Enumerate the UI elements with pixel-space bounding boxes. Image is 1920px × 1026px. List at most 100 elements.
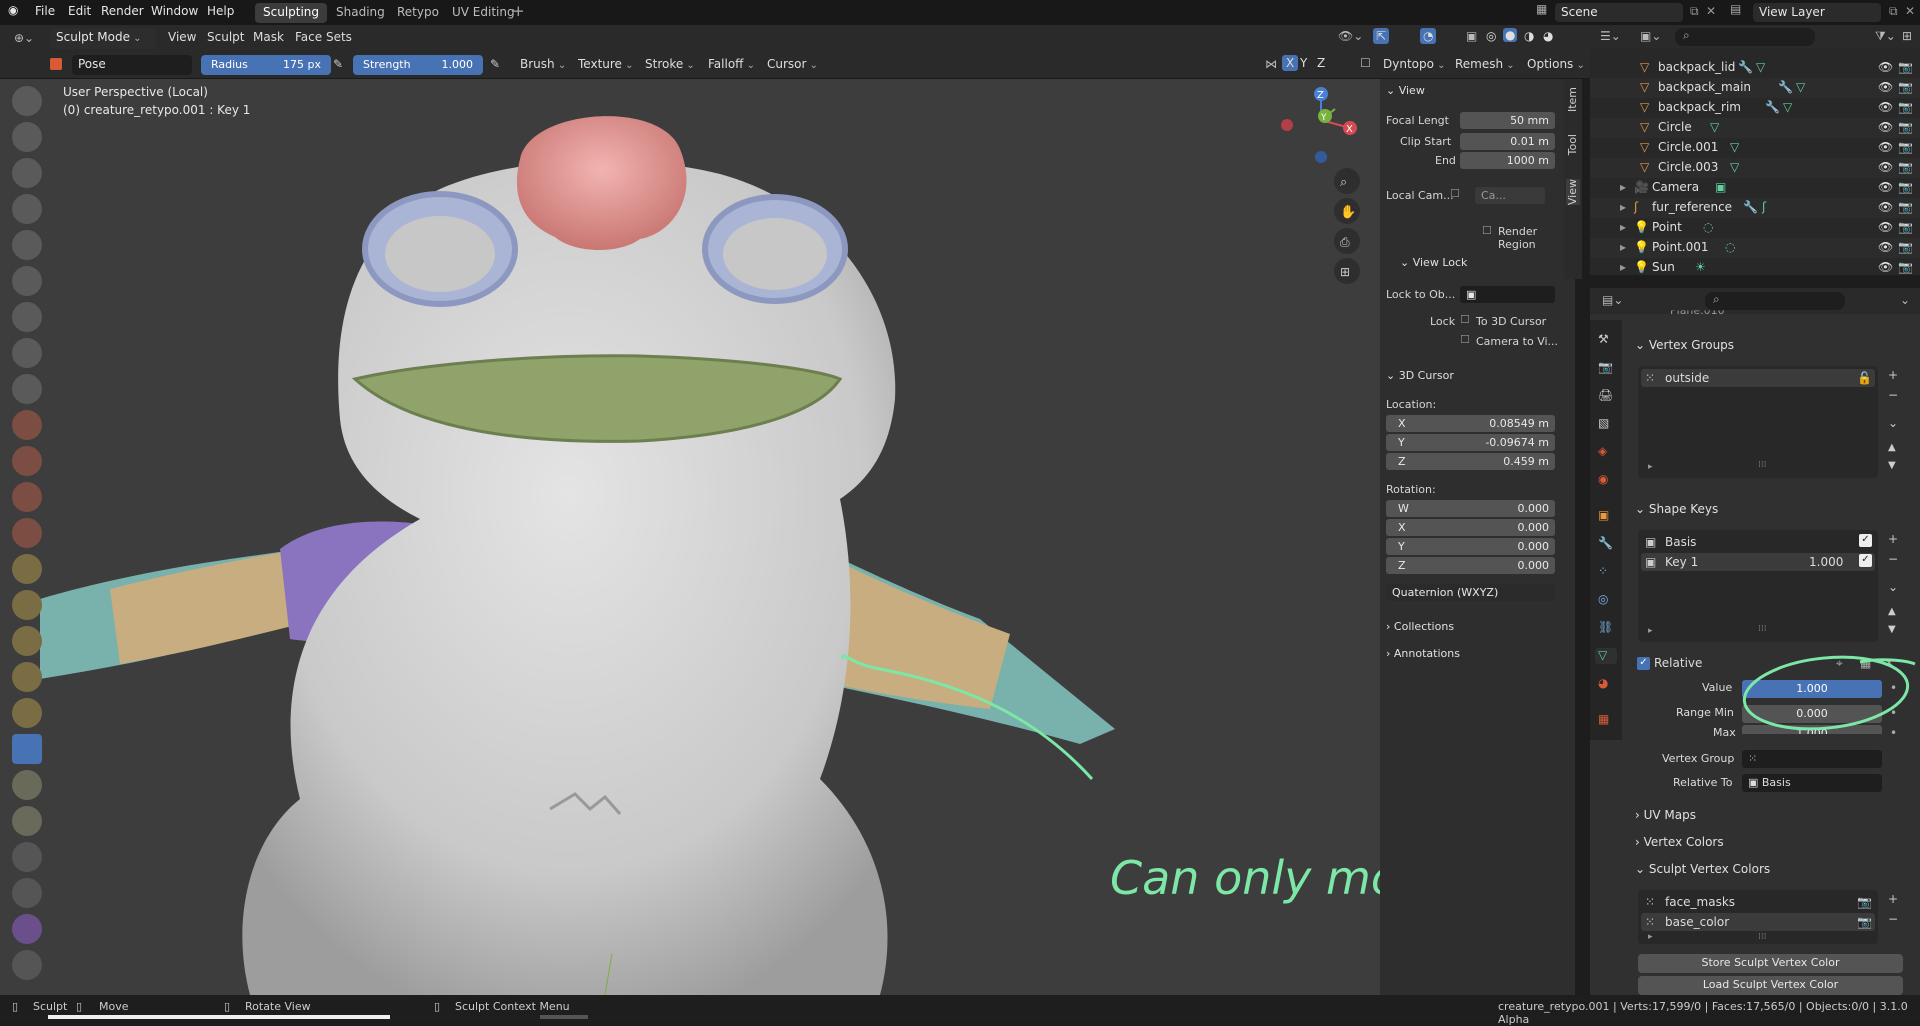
particles-tab-icon[interactable]: ⁘ <box>1598 564 1614 580</box>
outliner-row-point[interactable]: ▸ 💡 Point ◌ 👁 📷 <box>1590 218 1920 238</box>
add-vertex-color-icon[interactable]: + <box>1888 892 1898 906</box>
render-camera-icon[interactable]: 📷 <box>1898 200 1913 214</box>
tab-view[interactable]: View <box>1566 179 1580 206</box>
xray-toggle-icon[interactable]: ▣ <box>1466 29 1477 43</box>
symmetry-x-toggle[interactable]: X <box>1282 55 1299 71</box>
move-up-icon[interactable]: ▲ <box>1888 606 1896 617</box>
expand-arrow-icon[interactable]: ▸ <box>1620 200 1626 214</box>
overlay-toggle-icon[interactable]: ◔ <box>1420 28 1437 44</box>
brush-icon[interactable] <box>50 58 62 70</box>
relative-to-field[interactable]: ▣ Basis <box>1742 774 1882 792</box>
outliner-row-camera[interactable]: ▸ 🎥 Camera ▣ 👁 📷 <box>1590 178 1920 198</box>
outliner-row-backpack-lid[interactable]: ▽ backpack_lid 🔧 ▽ 👁 📷 <box>1590 58 1920 78</box>
cursor-rotation-w[interactable]: W 0.000 <box>1386 500 1555 517</box>
symmetry-z-toggle[interactable]: Z <box>1317 56 1325 70</box>
data-tab-icon[interactable]: ▽ <box>1595 648 1617 664</box>
material-tab-icon[interactable]: ◕ <box>1598 676 1614 692</box>
shape-keys-header[interactable]: ⌄ Shape Keys <box>1635 502 1718 516</box>
vertex-groups-list[interactable]: ⁙ outside 🔓 ▸ ⁞⁞⁞ <box>1638 366 1878 478</box>
render-camera-icon[interactable]: 📷 <box>1857 915 1872 929</box>
outliner-row-circle-003[interactable]: ▽ Circle.003 ▽ 👁 📷 <box>1590 158 1920 178</box>
expand-arrow-icon[interactable]: ▸ <box>1620 240 1626 254</box>
menu-sculpt[interactable]: Sculpt <box>207 30 244 44</box>
pinch-brush-icon[interactable] <box>12 554 42 584</box>
annotations-header[interactable]: › Annotations <box>1386 647 1460 660</box>
physics-tab-icon[interactable]: ◎ <box>1598 592 1614 608</box>
menu-render[interactable]: Render <box>101 4 144 18</box>
render-tab-icon[interactable]: 📷 <box>1598 360 1614 376</box>
visibility-eye-icon[interactable]: 👁 <box>1878 240 1893 254</box>
render-camera-icon[interactable]: 📷 <box>1898 140 1913 154</box>
view-layer-copy-icon[interactable]: ⧉ <box>1889 4 1898 19</box>
solid-shading-icon[interactable]: ● <box>1503 28 1518 42</box>
render-camera-icon[interactable]: 📷 <box>1898 100 1913 114</box>
render-camera-icon[interactable]: 📷 <box>1898 220 1913 234</box>
snake-hook-brush-icon[interactable] <box>12 662 42 692</box>
scene-tab-icon[interactable]: ◈ <box>1598 444 1614 460</box>
cursor-rotation-x[interactable]: X 0.000 <box>1386 519 1555 536</box>
radius-slider[interactable]: Radius 175 px <box>201 55 331 75</box>
view-layer-close-icon[interactable]: ✕ <box>1905 4 1915 18</box>
object-tab-icon[interactable]: ▣ <box>1598 508 1614 524</box>
properties-options-icon[interactable]: ⌄ <box>1900 293 1910 307</box>
shape-key-specials-icon[interactable]: ⌄ <box>1888 580 1898 594</box>
move-down-icon[interactable]: ▼ <box>1888 624 1896 635</box>
menu-view[interactable]: View <box>168 30 196 44</box>
output-tab-icon[interactable]: 🖨 <box>1598 388 1614 404</box>
cursor-rotation-y[interactable]: Y 0.000 <box>1386 538 1555 555</box>
filter-icon[interactable]: ⧩⌄ <box>1875 29 1896 44</box>
list-expand-icon[interactable]: ▸ <box>1648 932 1653 942</box>
list-resize-grip-icon[interactable]: ⁞⁞⁞ <box>1758 932 1767 942</box>
inflate-brush-icon[interactable] <box>12 266 42 296</box>
shape-key-1-row[interactable]: ▣ Key 1 1.000 ✓ <box>1641 553 1875 571</box>
material-shading-icon[interactable]: ◑ <box>1524 29 1534 43</box>
gizmo-toggle-icon[interactable]: ⇱ <box>1373 28 1390 44</box>
draw-sharp-brush-icon[interactable] <box>12 122 42 152</box>
vertex-groups-header[interactable]: ⌄ Vertex Groups <box>1635 338 1734 352</box>
visibility-eye-icon[interactable]: 👁 <box>1878 140 1893 154</box>
load-sculpt-vertex-color-button[interactable]: Load Sculpt Vertex Color <box>1638 976 1903 995</box>
rotate-brush-icon[interactable] <box>12 806 42 836</box>
tab-uv-editing[interactable]: UV Editing <box>444 3 523 23</box>
render-camera-icon[interactable]: 📷 <box>1898 160 1913 174</box>
remove-vertex-color-icon[interactable]: − <box>1888 912 1898 926</box>
clip-end-field[interactable]: 1000 m <box>1460 152 1555 169</box>
focal-length-field[interactable]: 50 mm <box>1460 112 1555 129</box>
menu-edit[interactable]: Edit <box>68 4 91 18</box>
vertex-color-face-masks-row[interactable]: ⁙ face_masks 📷 <box>1641 893 1875 911</box>
view-lock-header[interactable]: ⌄ View Lock <box>1400 256 1467 269</box>
crease-brush-icon[interactable] <box>12 338 42 368</box>
tab-item[interactable]: Item <box>1566 87 1580 112</box>
stroke-menu[interactable]: Stroke <box>645 57 695 71</box>
rendered-shading-icon[interactable]: ◕ <box>1543 29 1553 43</box>
add-workspace-icon[interactable]: + <box>512 2 525 20</box>
scene-copy-icon[interactable]: ⧉ <box>1690 4 1699 19</box>
properties-editor-icon[interactable]: ▤⌄ <box>1602 293 1623 307</box>
uv-maps-header[interactable]: › UV Maps <box>1635 808 1696 822</box>
simplify-brush-icon[interactable] <box>12 950 42 980</box>
render-camera-icon[interactable]: 📷 <box>1898 120 1913 134</box>
menu-file[interactable]: File <box>35 4 55 18</box>
strength-pressure-icon[interactable]: ✎ <box>490 57 500 71</box>
view-object-types-icon[interactable]: 👁⌄ <box>1338 29 1363 43</box>
menu-mask[interactable]: Mask <box>253 30 284 44</box>
local-camera-field[interactable]: Ca... <box>1475 187 1545 204</box>
display-mode-icon[interactable]: ▣⌄ <box>1640 29 1661 43</box>
grab-brush-icon[interactable] <box>12 590 42 620</box>
outliner-row-circle-001[interactable]: ▽ Circle.001 ▽ 👁 📷 <box>1590 138 1920 158</box>
multiplane-scrape-brush-icon[interactable] <box>12 518 42 548</box>
cursor-location-y[interactable]: Y -0.09674 m <box>1386 434 1555 451</box>
menu-window[interactable]: Window <box>151 4 198 18</box>
lock-to-object-field[interactable]: ▣ <box>1460 286 1555 303</box>
visibility-eye-icon[interactable]: 👁 <box>1878 60 1893 74</box>
clay-brush-icon[interactable] <box>12 158 42 188</box>
scrape-brush-icon[interactable] <box>12 482 42 512</box>
editor-type-icon[interactable]: ⊕⌄ <box>14 31 34 45</box>
visibility-eye-icon[interactable]: 👁 <box>1878 260 1893 274</box>
active-render-camera-icon[interactable]: 📷 <box>1857 895 1872 909</box>
menu-help[interactable]: Help <box>207 4 234 18</box>
outliner-row-circle[interactable]: ▽ Circle ▽ 👁 📷 <box>1590 118 1920 138</box>
layer-brush-icon[interactable] <box>12 230 42 260</box>
outliner-row-fur-reference[interactable]: ▸ ʃ fur_reference 🔧 ʃ 👁 📷 <box>1590 198 1920 218</box>
strength-slider[interactable]: Strength 1.000 <box>353 55 483 75</box>
